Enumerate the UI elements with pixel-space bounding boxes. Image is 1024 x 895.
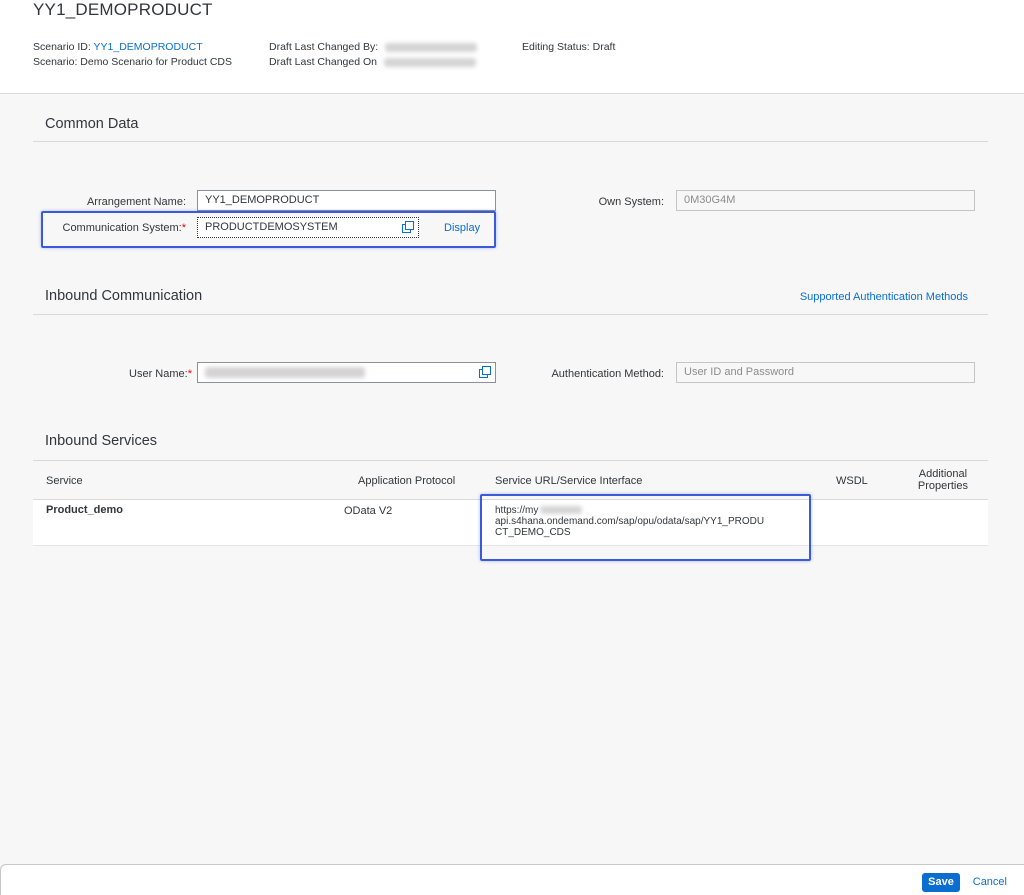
highlight-box-service-url bbox=[480, 494, 811, 561]
editing-status-label: Editing Status: bbox=[522, 41, 590, 53]
arrangement-name-label: Arrangement Name: bbox=[86, 196, 186, 208]
footer-toolbar: Save Cancel bbox=[0, 864, 1024, 895]
scenario-id-link[interactable]: YY1_DEMOPRODUCT bbox=[94, 41, 203, 53]
auth-method-label: Authentication Method: bbox=[551, 368, 664, 380]
column-header-additional-line1: Additional bbox=[918, 468, 968, 480]
column-header-url[interactable]: Service URL/Service Interface bbox=[495, 475, 642, 487]
column-header-wsdl[interactable]: WSDL bbox=[836, 475, 868, 487]
common-data-title: Common Data bbox=[45, 116, 139, 132]
editing-status-value: Draft bbox=[592, 41, 616, 53]
cancel-button[interactable]: Cancel bbox=[973, 873, 1007, 892]
redacted-value bbox=[205, 366, 365, 378]
save-button[interactable]: Save bbox=[922, 873, 960, 892]
user-name-label: User Name:* bbox=[129, 368, 192, 380]
redacted-value bbox=[385, 42, 478, 52]
section-divider bbox=[33, 141, 988, 142]
highlight-box-communication-system bbox=[41, 211, 496, 248]
scenario-label: Scenario: bbox=[33, 56, 78, 68]
required-asterisk: * bbox=[187, 368, 192, 380]
value-help-icon[interactable] bbox=[479, 366, 491, 378]
column-header-additional-properties[interactable]: Additional Properties bbox=[918, 468, 968, 492]
scenario-value: Demo Scenario for Product CDS bbox=[80, 56, 233, 68]
arrangement-name-input[interactable]: YY1_DEMOPRODUCT bbox=[197, 190, 496, 211]
inbound-services-title: Inbound Services bbox=[45, 433, 158, 449]
column-header-protocol[interactable]: Application Protocol bbox=[358, 475, 455, 487]
supported-auth-methods-link[interactable]: Supported Authentication Methods bbox=[800, 291, 968, 303]
own-system-label: Own System: bbox=[598, 196, 664, 208]
scenario-id-label: Scenario ID: bbox=[33, 41, 91, 53]
draft-changed-on-label: Draft Last Changed On bbox=[269, 56, 377, 68]
user-name-input[interactable] bbox=[197, 362, 496, 383]
draft-changed-by-field: Draft Last Changed By: bbox=[269, 41, 478, 53]
inbound-communication-title: Inbound Communication bbox=[45, 288, 203, 304]
editing-status-field: Editing Status: Draft bbox=[522, 41, 615, 53]
protocol-cell: OData V2 bbox=[344, 505, 393, 517]
scenario-id-field: Scenario ID: YY1_DEMOPRODUCT bbox=[33, 41, 203, 53]
object-header: YY1_DEMOPRODUCT Scenario ID: YY1_DEMOPRO… bbox=[0, 0, 1024, 94]
own-system-input[interactable]: 0M30G4M bbox=[676, 190, 975, 211]
section-divider bbox=[33, 314, 988, 315]
scenario-field: Scenario: Demo Scenario for Product CDS bbox=[33, 56, 232, 68]
column-header-service[interactable]: Service bbox=[46, 475, 83, 487]
draft-changed-on-field: Draft Last Changed On bbox=[269, 56, 476, 68]
service-cell: Product_demo bbox=[46, 504, 124, 516]
column-header-additional-line2: Properties bbox=[917, 480, 968, 492]
page-title: YY1_DEMOPRODUCT bbox=[33, 0, 213, 19]
draft-changed-by-label: Draft Last Changed By: bbox=[269, 41, 379, 53]
user-name-label-text: User Name: bbox=[129, 368, 188, 380]
redacted-value bbox=[383, 57, 476, 67]
auth-method-input[interactable]: User ID and Password bbox=[676, 362, 975, 383]
